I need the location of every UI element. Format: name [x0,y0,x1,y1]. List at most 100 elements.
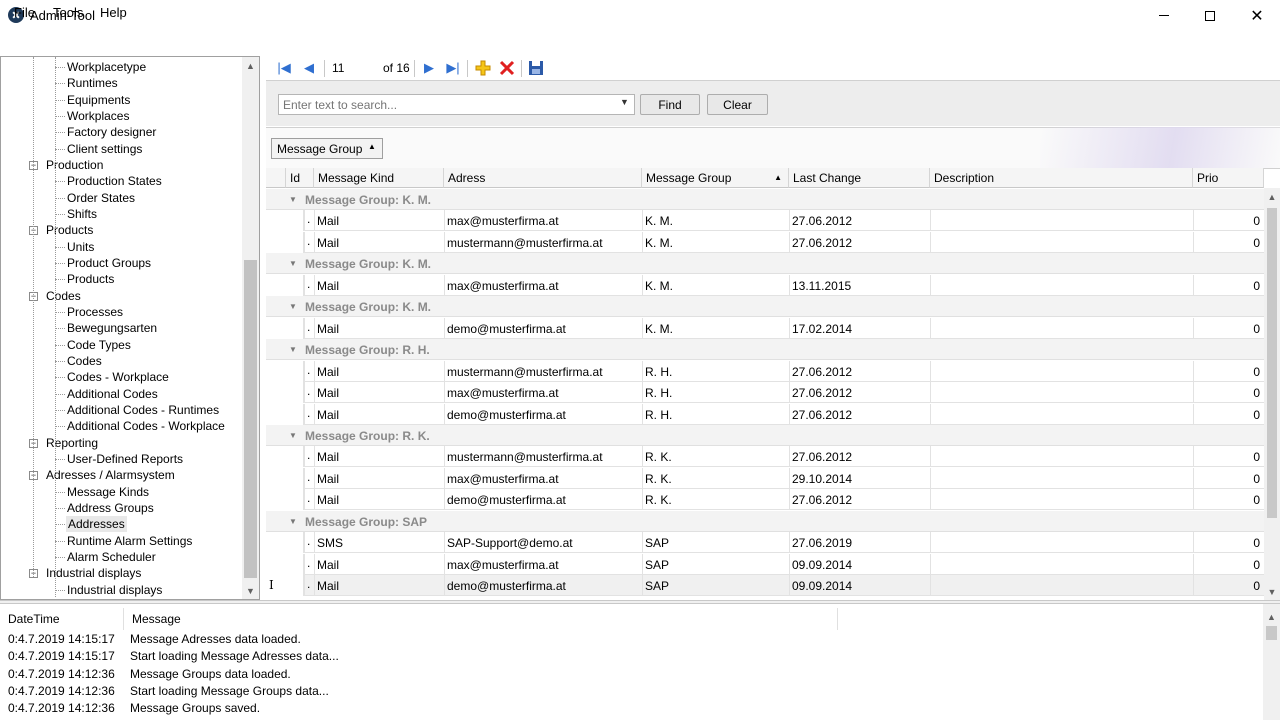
table-row[interactable]: . Mail max@musterfirma.at R. K. 29.10.2014 0 [266,467,1264,489]
row-indicator[interactable] [266,467,304,489]
table-row[interactable]: . Mail demo@musterfirma.at K. M. 17.02.2014 0 [266,317,1264,339]
tree-scrollbar[interactable]: ▲ ▼ [242,57,259,599]
find-button[interactable]: Find [640,94,700,115]
cell-kind[interactable]: Mail [317,365,339,379]
group-expand-icon[interactable]: ▼ [289,517,297,526]
cell-group[interactable]: R. H. [645,408,672,422]
cell-group[interactable]: R. H. [645,365,672,379]
cell-group[interactable]: SAP [645,579,669,593]
grid-header-adress[interactable]: Adress [444,168,642,188]
cell-adress[interactable]: demo@musterfirma.at [447,493,566,507]
cell-prio[interactable]: 0 [1253,236,1260,250]
row-indicator[interactable] [266,489,304,511]
cell-last-change[interactable]: 27.06.2012 [792,365,852,379]
tree-item[interactable]: Processes [66,304,123,320]
tree-item[interactable]: Alarm Scheduler [66,549,156,565]
cell-adress[interactable]: max@musterfirma.at [447,386,559,400]
search-input[interactable] [278,94,635,115]
row-indicator[interactable] [266,317,304,339]
delete-record-button[interactable] [499,60,515,76]
save-button[interactable] [528,60,544,76]
tree-item[interactable]: Order States [66,190,135,206]
cell-adress[interactable]: demo@musterfirma.at [447,408,566,422]
row-indicator[interactable] [266,553,304,575]
cell-prio[interactable]: 0 [1253,472,1260,486]
cell-adress[interactable]: mustermann@musterfirma.at [447,236,603,250]
tree-item[interactable]: Runtimes [66,75,118,91]
tree-item[interactable]: Codes [66,353,102,369]
menu-file[interactable]: File [14,5,35,20]
cell-last-change[interactable]: 29.10.2014 [792,472,852,486]
log-scrollbar[interactable]: ▲ [1263,604,1280,720]
group-expand-icon[interactable]: ▼ [289,345,297,354]
cell-kind[interactable]: Mail [317,472,339,486]
cell-last-change[interactable]: 27.06.2012 [792,408,852,422]
tree-item[interactable]: Codes - Workplace [66,369,169,385]
add-record-button[interactable] [475,60,491,76]
table-row[interactable]: . Mail mustermann@musterfirma.at R. H. 27.06… [266,360,1264,382]
tree-item[interactable]: Equipments [66,92,130,108]
log-header-datetime[interactable]: DateTime [0,608,124,630]
log-row[interactable]: 0:4.7.2019 14:12:36 Message Groups data l… [0,667,1262,684]
table-row[interactable]: . Mail mustermann@musterfirma.at K. M. 27.06… [266,231,1264,253]
tree-item[interactable]: Adresses / Alarmsystem [46,467,175,483]
scroll-down-icon[interactable]: ▼ [1264,583,1280,600]
menu-help[interactable]: Help [100,5,127,20]
cell-prio[interactable]: 0 [1253,558,1260,572]
cell-group[interactable]: R. K. [645,493,672,507]
tree-item[interactable]: Product Groups [66,255,151,271]
cell-prio[interactable]: 0 [1253,408,1260,422]
cell-kind[interactable]: Mail [317,386,339,400]
tree-scroll-thumb[interactable] [244,260,257,578]
search-dropdown-icon[interactable]: ▼ [620,97,629,107]
tree-item[interactable]: Address Groups [66,500,154,516]
cell-last-change[interactable]: 17.02.2014 [792,322,852,336]
grid-header-last-change[interactable]: Last Change [789,168,930,188]
tree-item[interactable]: Additional Codes [66,386,158,402]
log-row[interactable]: 0:4.7.2019 14:12:36 Message Groups saved. [0,701,1262,718]
tree-item[interactable]: Products [66,271,114,287]
cell-kind[interactable]: Mail [317,493,339,507]
table-row[interactable]: . Mail max@musterfirma.at SAP 09.09.2014 0 [266,553,1264,575]
tree-item[interactable]: Industrial displays [66,582,162,598]
close-button[interactable]: ✕ [1234,0,1280,31]
grid-header-message-kind[interactable]: Message Kind [314,168,444,188]
cell-prio[interactable]: 0 [1253,279,1260,293]
cell-prio[interactable]: 0 [1253,322,1260,336]
cell-group[interactable]: K. M. [645,214,673,228]
cell-kind[interactable]: Mail [317,236,339,250]
tree-item[interactable]: Shifts [66,206,97,222]
tree-item[interactable]: Code Types [66,337,131,353]
cell-prio[interactable]: 0 [1253,214,1260,228]
group-expand-icon[interactable]: ▼ [289,302,297,311]
scroll-up-icon[interactable]: ▲ [1264,188,1280,205]
row-indicator[interactable] [266,274,304,296]
row-indicator[interactable]: I [266,575,304,597]
cell-adress[interactable]: SAP-Support@demo.at [447,536,573,550]
cell-adress[interactable]: mustermann@musterfirma.at [447,450,603,464]
cell-adress[interactable]: demo@musterfirma.at [447,579,566,593]
cell-kind[interactable]: Mail [317,322,339,336]
clear-button[interactable]: Clear [707,94,768,115]
tree-item[interactable]: Client settings [66,141,142,157]
navigation-tree[interactable]: Workplacetype Runtimes Equipments Workplace… [0,56,260,600]
last-record-button[interactable]: ▶| [445,60,461,76]
group-expand-icon[interactable]: ▼ [289,259,297,268]
cell-adress[interactable]: max@musterfirma.at [447,214,559,228]
tree-item[interactable]: User-Defined Reports [66,451,183,467]
log-header-message[interactable]: Message [124,608,838,630]
tree-item[interactable]: Message Kinds [66,484,149,500]
next-record-button[interactable]: ▶ [421,60,437,76]
cell-kind[interactable]: Mail [317,408,339,422]
cell-group[interactable]: R. K. [645,472,672,486]
table-row[interactable]: . Mail mustermann@musterfirma.at R. K. 27.06… [266,446,1264,468]
tree-item[interactable]: Products [46,222,93,238]
tree-item[interactable]: Industrial displays [46,565,141,581]
tree-item[interactable]: Bewegungsarten [66,320,157,336]
cell-group[interactable]: SAP [645,558,669,572]
tree-item[interactable]: Production States [66,173,162,189]
row-indicator[interactable] [266,532,304,554]
page-number-input[interactable]: 11 [332,61,344,75]
cell-prio[interactable]: 0 [1253,493,1260,507]
scroll-down-icon[interactable]: ▼ [242,582,259,599]
